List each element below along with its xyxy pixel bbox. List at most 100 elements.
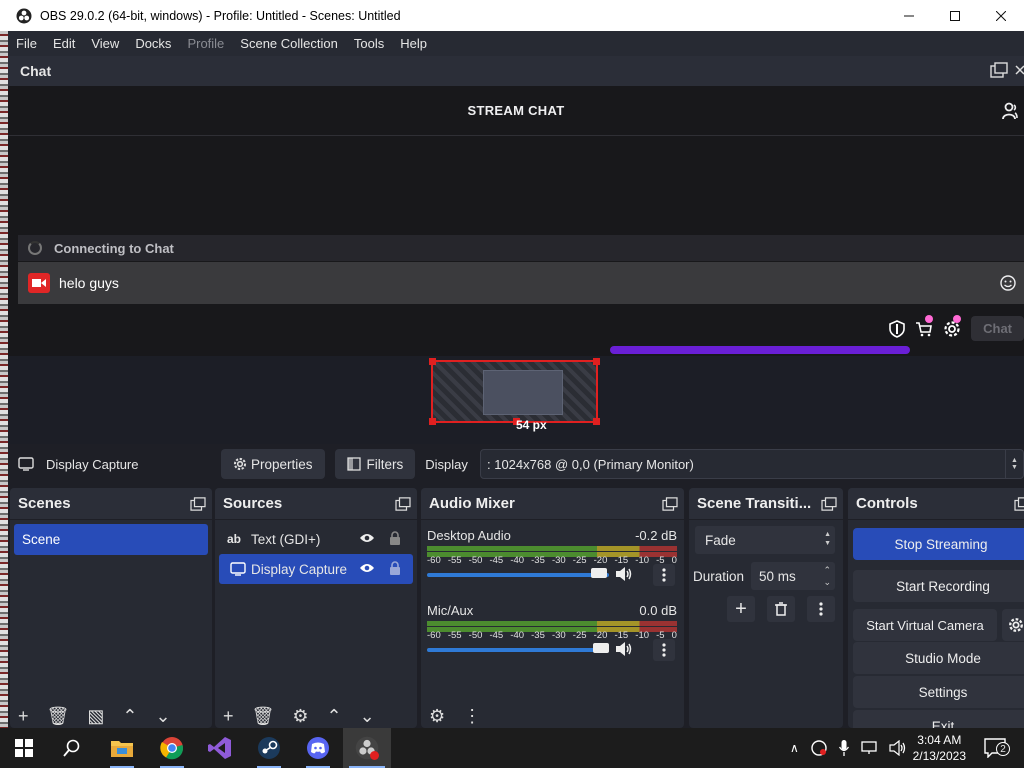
chevron-up-icon[interactable]: ∧ (790, 741, 799, 755)
start-recording-button[interactable]: Start Recording (853, 570, 1024, 602)
speaker-icon[interactable] (615, 641, 633, 657)
resize-handle[interactable] (429, 418, 436, 425)
menu-profile[interactable]: Profile (179, 36, 232, 51)
taskbar-clock[interactable]: 3:04 AM 2/13/2023 (913, 732, 966, 764)
size-measure-label: 54 px (516, 418, 547, 432)
volume-slider-handle[interactable] (591, 568, 607, 578)
add-icon[interactable]: + (223, 706, 234, 727)
duration-stepper[interactable]: 50 ms ⌃ ⌄ (751, 562, 835, 590)
close-dock-icon[interactable] (1014, 62, 1024, 78)
more-options-icon[interactable] (807, 596, 835, 622)
exit-button[interactable]: Exit (853, 710, 1024, 728)
add-icon[interactable]: + (727, 596, 755, 622)
add-icon[interactable]: + (18, 706, 29, 727)
lock-icon[interactable] (389, 561, 401, 575)
filter-icon[interactable]: ▧ (87, 706, 104, 727)
properties-button[interactable]: Properties (221, 449, 325, 479)
chevron-up-icon[interactable]: ⌃ (122, 706, 137, 727)
chat-send-button[interactable]: Chat (971, 316, 1024, 341)
settings-button[interactable]: Settings (853, 676, 1024, 708)
meter-tick: -55 (447, 555, 462, 566)
menu-edit[interactable]: Edit (45, 36, 83, 51)
emoji-picker-icon[interactable] (1000, 275, 1016, 291)
chevron-up-icon[interactable]: ⌃ (327, 706, 342, 727)
gear-icon[interactable]: ⚙ (292, 706, 308, 727)
chat-dock-header: Chat (8, 56, 1024, 86)
float-dock-icon[interactable] (190, 497, 206, 511)
mod-shield-icon[interactable] (889, 319, 905, 338)
transition-select[interactable]: Fade ▲ ▼ (695, 526, 835, 554)
start-button[interactable] (0, 728, 48, 768)
more-options-icon[interactable] (653, 564, 675, 586)
network-icon[interactable] (861, 741, 877, 755)
maximize-button[interactable] (932, 0, 978, 31)
start-virtual-camera-button[interactable]: Start Virtual Camera (853, 609, 997, 641)
menu-docks[interactable]: Docks (127, 36, 179, 51)
obs-tray-icon[interactable] (811, 740, 827, 756)
filters-button[interactable]: Filters (334, 449, 416, 479)
chat-dock: Chat STREAM CHAT Connecting to Chat helo… (8, 56, 1024, 356)
chat-message-input[interactable]: helo guys (18, 262, 1024, 304)
resize-handle[interactable] (593, 358, 600, 365)
display-select[interactable]: : 1024x768 @ 0,0 (Primary Monitor) ▲ ▼ (480, 449, 1024, 479)
float-dock-icon[interactable] (395, 497, 411, 511)
taskbar-obs[interactable] (343, 728, 391, 768)
virtual-camera-settings-button[interactable] (1002, 609, 1024, 641)
bits-cart-button[interactable] (915, 314, 934, 338)
speaker-icon[interactable] (889, 740, 907, 756)
chevron-down-icon[interactable]: ⌄ (155, 706, 170, 727)
menu-view[interactable]: View (83, 36, 127, 51)
transition-select-value: Fade (705, 532, 736, 548)
chrome-icon (160, 737, 184, 760)
source-item-text[interactable]: ab Text (GDI+) (219, 524, 413, 554)
more-options-icon[interactable]: ⋮ (463, 706, 481, 727)
taskbar-steam[interactable] (245, 728, 293, 768)
resize-handle[interactable] (429, 358, 436, 365)
search-button[interactable] (48, 728, 96, 768)
float-dock-icon[interactable] (1014, 497, 1024, 511)
preview-canvas[interactable]: 54 px (8, 346, 1024, 444)
scene-list-item[interactable]: Scene (14, 524, 208, 555)
meter-tick: -45 (489, 630, 504, 641)
notifications-button[interactable]: 2 (984, 738, 1010, 759)
menu-file[interactable]: File (8, 36, 45, 51)
sources-title: Sources (223, 495, 283, 512)
trash-icon[interactable] (767, 596, 795, 622)
chevron-updown-icon[interactable]: ⌃ ⌄ (823, 564, 831, 588)
windows-taskbar: ∧ 3:04 AM 2/13/2023 2 (0, 728, 1024, 768)
taskbar-file-explorer[interactable] (98, 728, 146, 768)
source-item-display-capture[interactable]: Display Capture (219, 554, 413, 584)
menu-scene-collection[interactable]: Scene Collection (232, 36, 346, 51)
menu-help[interactable]: Help (392, 36, 435, 51)
studio-mode-button[interactable]: Studio Mode (853, 642, 1024, 674)
meter-tick: -15 (614, 630, 629, 641)
volume-slider[interactable] (427, 573, 609, 577)
taskbar-discord[interactable] (294, 728, 342, 768)
trash-icon[interactable]: 🗑 (47, 706, 70, 727)
minimize-button[interactable] (886, 0, 932, 31)
chat-settings-button[interactable] (943, 314, 962, 338)
close-button[interactable] (978, 0, 1024, 31)
float-dock-icon[interactable] (821, 497, 837, 511)
lock-icon[interactable] (389, 531, 401, 545)
chevron-down-icon[interactable]: ⌄ (360, 706, 375, 727)
float-dock-icon[interactable] (990, 62, 1008, 78)
meter-tick: -35 (531, 630, 545, 641)
menu-tools[interactable]: Tools (346, 36, 392, 51)
microphone-icon[interactable] (838, 740, 849, 756)
eye-icon[interactable] (359, 562, 375, 574)
community-users-icon[interactable] (1002, 102, 1020, 120)
taskbar-visual-studio[interactable] (196, 728, 244, 768)
taskbar-chrome[interactable] (148, 728, 196, 768)
trash-icon[interactable]: 🗑 (252, 706, 275, 727)
eye-icon[interactable] (359, 532, 375, 544)
resize-handle[interactable] (593, 418, 600, 425)
speaker-icon[interactable] (615, 566, 633, 582)
display-capture-selection[interactable] (429, 358, 600, 425)
advanced-audio-gear-icon[interactable]: ⚙ (429, 706, 445, 727)
more-options-icon[interactable] (653, 639, 675, 661)
volume-slider[interactable] (427, 648, 609, 652)
volume-slider-handle[interactable] (593, 643, 609, 653)
float-dock-icon[interactable] (662, 497, 678, 511)
stop-streaming-button[interactable]: Stop Streaming (853, 528, 1024, 560)
